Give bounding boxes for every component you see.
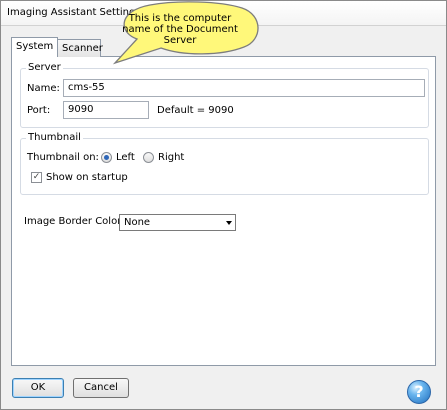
server-name-value: cms-55	[68, 82, 105, 93]
thumbnail-right-radio[interactable]	[143, 152, 154, 163]
thumbnail-group: Thumbnail Thumbnail on: Left Right ✓ Sho…	[20, 132, 429, 195]
ok-button-label: OK	[30, 382, 46, 393]
server-port-input[interactable]: 9090	[63, 101, 149, 119]
server-group: Server Name: cms-55 Port: 9090 Default =…	[20, 62, 429, 128]
checkmark-icon: ✓	[32, 172, 41, 182]
thumbnail-right-label[interactable]: Right	[158, 152, 184, 163]
help-icon-label: ?	[414, 382, 424, 401]
image-border-color-label: Image Border Color:	[24, 216, 125, 227]
show-on-startup-checkbox[interactable]: ✓	[31, 172, 42, 183]
server-port-value: 9090	[68, 104, 94, 115]
port-default-text: Default = 9090	[157, 105, 234, 116]
thumbnail-group-label: Thumbnail	[26, 132, 83, 143]
settings-window: Imaging Assistant Settings System Scanne…	[0, 0, 447, 410]
tab-system-label: System	[16, 41, 54, 52]
thumbnail-on-label: Thumbnail on:	[27, 152, 99, 163]
cancel-button[interactable]: Cancel	[73, 378, 129, 398]
thumbnail-left-radio[interactable]	[101, 152, 112, 163]
title-bar: Imaging Assistant Settings	[1, 1, 446, 26]
window-title: Imaging Assistant Settings	[7, 7, 141, 18]
dropdown-arrow-icon	[226, 221, 232, 225]
server-port-label: Port:	[27, 105, 51, 116]
cancel-button-label: Cancel	[84, 382, 118, 393]
ok-button[interactable]: OK	[12, 378, 64, 398]
settings-panel: Server Name: cms-55 Port: 9090 Default =…	[11, 56, 436, 366]
server-name-input[interactable]: cms-55	[63, 79, 425, 97]
image-border-color-value: None	[124, 217, 151, 228]
server-name-label: Name:	[27, 83, 60, 94]
tab-scanner-label: Scanner	[62, 43, 103, 54]
dialog-button-bar	[1, 367, 446, 409]
selected-radio-dot	[104, 155, 109, 160]
show-on-startup-label[interactable]: Show on startup	[46, 172, 128, 183]
server-group-label: Server	[26, 62, 63, 73]
thumbnail-left-label[interactable]: Left	[116, 152, 135, 163]
tab-system[interactable]: System	[11, 37, 58, 57]
tab-scanner[interactable]: Scanner	[57, 39, 103, 57]
help-icon[interactable]: ?	[407, 380, 431, 404]
image-border-color-select[interactable]: None	[119, 214, 236, 231]
